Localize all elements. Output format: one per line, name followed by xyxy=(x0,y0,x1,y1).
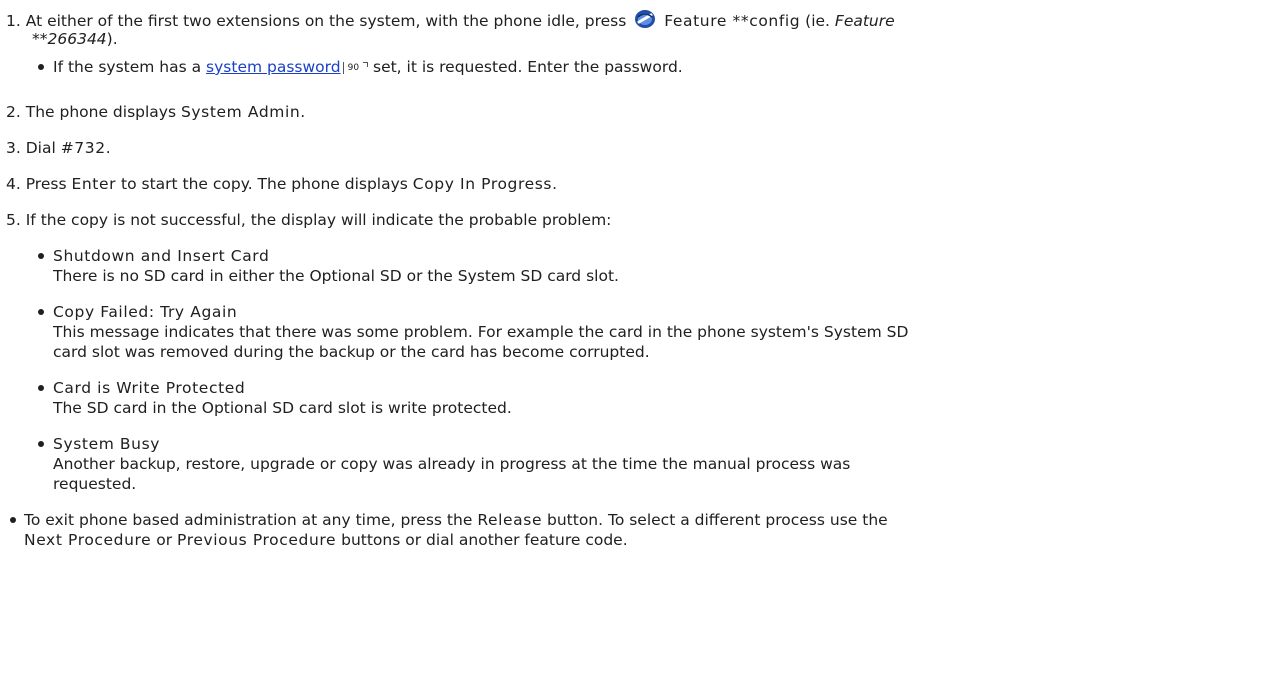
exit-note-end: buttons or dial another feature code. xyxy=(336,531,628,549)
step-3-period: . xyxy=(105,139,111,157)
error-title: System Busy xyxy=(53,435,161,453)
step-3: 3. Dial #732. xyxy=(6,138,111,158)
example-code: **266344 xyxy=(32,30,107,48)
error-description: This message indicates that there was so… xyxy=(53,323,909,341)
step-1-number: 1. xyxy=(6,12,21,30)
step-4-text: Press xyxy=(25,175,72,193)
feature-button-icon xyxy=(634,9,656,29)
example-feature: Feature xyxy=(834,12,895,30)
password-note-after: set, it is requested. Enter the password… xyxy=(368,58,683,76)
error-title: Shutdown and Insert Card xyxy=(53,247,270,265)
step-4: 4. Press Enter to start the copy. The ph… xyxy=(6,174,557,194)
enter-key-label: Enter xyxy=(71,175,117,193)
page-reference-number: 90 xyxy=(347,63,360,73)
exit-note-or: or xyxy=(151,531,178,549)
page-fold-icon xyxy=(363,62,369,67)
step-5-text: If the copy is not successful, the displ… xyxy=(25,211,612,229)
system-password-link[interactable]: system password xyxy=(206,58,341,76)
error-title: Card is Write Protected xyxy=(53,379,246,397)
bullet xyxy=(38,441,44,447)
previous-procedure-label: Previous Procedure xyxy=(177,531,337,549)
exit-note-text: To exit phone based administration at an… xyxy=(24,511,478,529)
step-1-cont: **266344). xyxy=(32,29,118,49)
bullet xyxy=(38,64,44,70)
error-description: card slot was removed during the backup … xyxy=(53,343,650,361)
step-5: 5. If the copy is not successful, the di… xyxy=(6,210,611,230)
display-copy-in-progress: Copy In Progress xyxy=(412,175,553,193)
next-procedure-label: Next Procedure xyxy=(24,531,152,549)
bullet xyxy=(38,309,44,315)
error-description: There is no SD card in either the Option… xyxy=(53,267,619,285)
step-4-number: 4. xyxy=(6,175,21,193)
step-2-number: 2. xyxy=(6,103,21,121)
error-description: The SD card in the Optional SD card slot… xyxy=(53,399,512,417)
exit-note-after: button. To select a different process us… xyxy=(542,511,888,529)
step-5-number: 5. xyxy=(6,211,21,229)
password-note: If the system has a system password 90 se… xyxy=(53,57,683,77)
error-description: Another backup, restore, upgrade or copy… xyxy=(53,455,851,473)
exit-note: To exit phone based administration at an… xyxy=(24,510,888,530)
release-button-label: Release xyxy=(477,511,543,529)
display-system-admin: System Admin xyxy=(180,103,301,121)
bullet xyxy=(38,385,44,391)
step-1-text: At either of the first two extensions on… xyxy=(25,12,627,30)
dial-code: #732 xyxy=(60,139,106,157)
step-1: 1. At either of the first two extensions… xyxy=(6,9,895,31)
step-1-close: ). xyxy=(106,30,118,48)
bullet xyxy=(38,253,44,259)
step-4-middle: to start the copy. The phone displays xyxy=(116,175,413,193)
step-4-period: . xyxy=(552,175,558,193)
bullet xyxy=(10,517,16,523)
step-2: 2. The phone displays System Admin. xyxy=(6,102,305,122)
step-1-ie: (ie. xyxy=(800,12,835,30)
password-note-text: If the system has a xyxy=(53,58,207,76)
feature-code: Feature **config xyxy=(664,12,801,30)
step-3-text: Dial xyxy=(25,139,61,157)
step-3-number: 3. xyxy=(6,139,21,157)
step-2-text: The phone displays xyxy=(25,103,181,121)
error-description: requested. xyxy=(53,475,137,493)
error-title: Copy Failed: Try Again xyxy=(53,303,238,321)
exit-note-cont: Next Procedure or Previous Procedure but… xyxy=(24,530,628,550)
page-reference[interactable]: 90 xyxy=(342,62,369,74)
step-2-period: . xyxy=(300,103,306,121)
